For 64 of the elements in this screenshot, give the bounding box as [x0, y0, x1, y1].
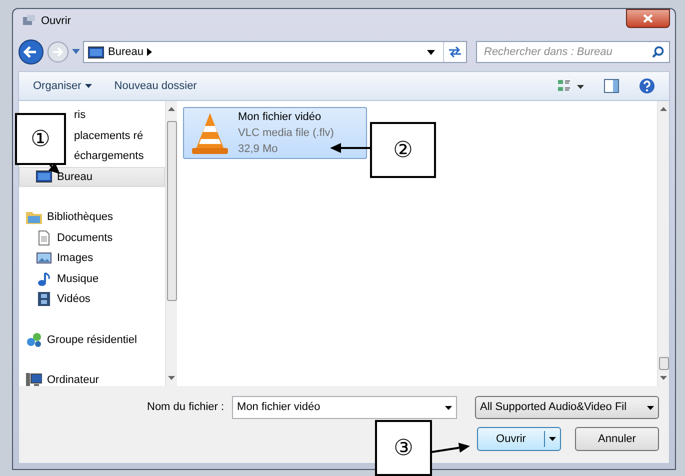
- file-tile[interactable]: Mon fichier vidéo VLC media file (.flv) 32,9 Mo: [183, 107, 367, 159]
- history-dropdown-icon[interactable]: [72, 49, 80, 55]
- sidebar-item[interactable]: placements ré: [71, 126, 165, 146]
- dropdown-caret-icon[interactable]: [427, 50, 435, 54]
- computer-icon: [26, 372, 42, 386]
- organize-menu-button[interactable]: Organiser: [33, 78, 92, 94]
- preview-pane-icon[interactable]: [604, 79, 619, 93]
- scroll-up-icon: [660, 107, 667, 111]
- image-icon: [36, 250, 52, 266]
- scrollbar[interactable]: [165, 101, 177, 386]
- sidebar-item[interactable]: Groupe résidentiel: [19, 330, 165, 350]
- sidebar-item[interactable]: échargements: [71, 146, 165, 166]
- homegroup-icon: [26, 332, 42, 348]
- scroll-thumb[interactable]: [166, 121, 176, 301]
- file-name: Mon fichier vidéo: [238, 110, 322, 125]
- sidebar-item[interactable]: Bureau: [19, 166, 165, 187]
- cancel-button[interactable]: Annuler: [575, 427, 659, 451]
- search-box[interactable]: Rechercher dans : Bureau: [476, 41, 670, 63]
- desktop-icon: [88, 46, 104, 58]
- close-button[interactable]: [626, 8, 670, 28]
- sidebar-item[interactable]: Bibliothèques: [19, 207, 165, 228]
- caret-icon: [647, 406, 654, 410]
- scroll-up-icon: [168, 107, 175, 111]
- sidebar-item[interactable]: Documents: [19, 228, 165, 248]
- sidebar-item[interactable]: Ordinateur: [19, 370, 165, 386]
- file-type: VLC media file (.flv): [238, 126, 334, 141]
- chevron-right-icon[interactable]: [147, 48, 152, 56]
- sidebar-item[interactable]: Vidéos: [19, 289, 165, 310]
- file-type-dropdown[interactable]: All Supported Audio&Video Fil: [475, 396, 659, 419]
- window-title: Ouvrir: [41, 14, 71, 29]
- filename-field[interactable]: Mon fichier vidéo: [232, 396, 458, 419]
- breadcrumb-item[interactable]: Bureau: [108, 44, 144, 60]
- sidebar-item[interactable]: ris: [71, 105, 165, 126]
- view-options-icon[interactable]: [558, 79, 584, 93]
- address-bar[interactable]: Bureau: [83, 41, 467, 63]
- document-icon: [36, 230, 52, 246]
- traffic-cone-icon: [190, 111, 230, 155]
- callout-box: ①: [15, 113, 66, 165]
- help-icon[interactable]: [639, 78, 655, 94]
- open-button[interactable]: Ouvrir: [477, 427, 561, 451]
- filename-value: Mon fichier vidéo: [237, 400, 320, 416]
- caret-icon: [549, 437, 556, 441]
- callout-box: ②: [370, 122, 436, 178]
- file-size: 32,9 Mo: [238, 142, 278, 157]
- filename-label: Nom du fichier :: [147, 400, 224, 416]
- desktop-icon: [36, 168, 52, 185]
- caret-icon: [85, 84, 92, 88]
- scroll-down-icon: [168, 376, 175, 380]
- window-icon: [22, 15, 36, 27]
- scroll-down-icon: [660, 376, 667, 380]
- music-note-icon: [36, 270, 52, 287]
- scroll-thumb[interactable]: [658, 357, 668, 370]
- scrollbar[interactable]: [657, 101, 669, 386]
- close-icon: [643, 14, 653, 22]
- sidebar-item[interactable]: Images: [19, 248, 165, 268]
- dropdown-caret-icon[interactable]: [445, 406, 452, 410]
- new-folder-button[interactable]: Nouveau dossier: [114, 78, 197, 94]
- back-button[interactable]: [18, 39, 44, 65]
- library-folder-icon: [26, 209, 42, 226]
- callout-box: ③: [375, 420, 432, 476]
- film-icon: [36, 291, 52, 308]
- search-icon[interactable]: [652, 46, 664, 58]
- refresh-icon[interactable]: [448, 46, 462, 58]
- sidebar-item[interactable]: Musique: [19, 268, 165, 289]
